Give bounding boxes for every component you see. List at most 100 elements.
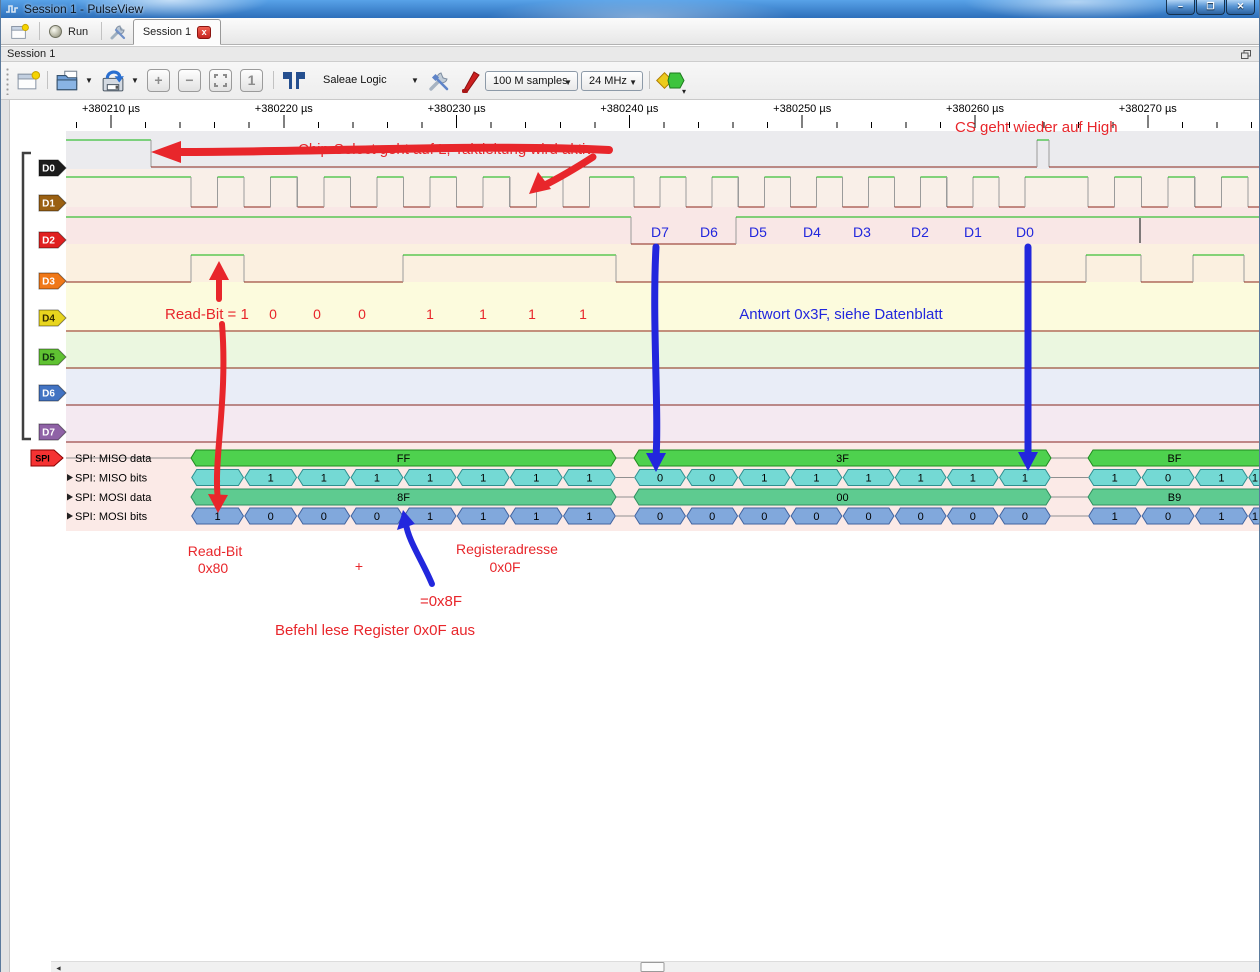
- device-dropdown-arrow[interactable]: ▼: [411, 76, 419, 85]
- open-dropdown-arrow[interactable]: ▼: [85, 76, 93, 85]
- new-session-button[interactable]: [9, 20, 29, 43]
- save-button[interactable]: [99, 68, 126, 100]
- session-settings-button[interactable]: [108, 20, 128, 43]
- miso-bit-label: 1: [480, 473, 486, 485]
- mosi-bit-label: 1: [215, 511, 221, 523]
- miso-data-byte1-label: 3F: [836, 453, 849, 465]
- mosi-data-byte2-label: B9: [1168, 492, 1181, 504]
- miso-bit-label: 1: [918, 473, 924, 485]
- sample-count-combo[interactable]: 100 M samples ▼: [485, 71, 578, 91]
- decoder-row-label[interactable]: SPI: MISO bits: [75, 473, 148, 485]
- sample-count-value: 100 M samples: [493, 75, 568, 87]
- h-scrollbar-thumb[interactable]: [641, 963, 664, 972]
- miso-bit-label: 1: [1022, 473, 1028, 485]
- tab-label: Session 1: [143, 26, 191, 38]
- tab-close-icon[interactable]: x: [197, 26, 211, 39]
- miso-bit-label: 1: [1252, 473, 1258, 485]
- zoom-in-button[interactable]: +: [147, 69, 170, 92]
- zoom-out-button[interactable]: −: [178, 69, 201, 92]
- blue-annotation-text: D0: [1016, 224, 1034, 240]
- separator: [39, 22, 40, 40]
- open-icon: [55, 68, 81, 94]
- new-view-button[interactable]: [15, 68, 40, 98]
- mosi-data-byte1-label: 00: [836, 492, 848, 504]
- new-view-icon: [15, 68, 40, 93]
- channel-tag-label-D4: D4: [42, 314, 55, 325]
- minimize-button[interactable]: –: [1166, 0, 1195, 15]
- channel-row-bg-D5: [66, 332, 1260, 369]
- float-panel-icon[interactable]: [1241, 50, 1251, 59]
- zoom-one-to-one-button[interactable]: 1: [240, 69, 263, 92]
- title-bar: Session 1 - PulseView – ❐ ✕: [1, 0, 1259, 18]
- pulseview-window: Session 1 - PulseView – ❐ ✕ Run: [0, 0, 1260, 972]
- channel-tag-label-D0: D0: [42, 164, 55, 175]
- channel-row-bg-D7: [66, 406, 1260, 443]
- close-button[interactable]: ✕: [1226, 0, 1255, 15]
- window-title: Session 1 - PulseView: [24, 0, 143, 18]
- separator: [47, 71, 48, 89]
- svg-text:▾: ▾: [682, 87, 686, 95]
- miso-bit-label: 1: [374, 473, 380, 485]
- trigger-marker-left-button[interactable]: [281, 70, 307, 97]
- zoom-fit-button[interactable]: [209, 69, 232, 92]
- red-annotation-text: +: [355, 558, 363, 574]
- miso-bit-label: 1: [866, 473, 872, 485]
- mosi-bit-label: 0: [321, 511, 327, 523]
- miso-bit-label: 1: [268, 473, 274, 485]
- settings-wrench-icon: [108, 22, 128, 42]
- mosi-bit-label: 0: [761, 511, 767, 523]
- save-dropdown-arrow[interactable]: ▼: [131, 76, 139, 85]
- red-annotation-text: CS geht wieder auf High: [955, 119, 1118, 136]
- decoder-row-label[interactable]: SPI: MOSI data: [75, 492, 152, 504]
- probe-button[interactable]: [459, 68, 483, 99]
- miso-bit-label: 1: [533, 473, 539, 485]
- maximize-button[interactable]: ❐: [1196, 0, 1225, 15]
- red-annotation-text: 1: [426, 306, 434, 322]
- decoder-row-label[interactable]: SPI: MOSI bits: [75, 511, 148, 523]
- miso-bit-label: 1: [761, 473, 767, 485]
- red-annotation-text: 0: [313, 306, 321, 322]
- red-annotation-text: =0x8F: [420, 593, 462, 610]
- mosi-bit-label: 0: [813, 511, 819, 523]
- add-decoder-button[interactable]: ▾: [655, 68, 687, 100]
- separator: [649, 71, 650, 89]
- red-annotation-text: Read-Bit = 1: [165, 306, 249, 323]
- mosi-bit-label: 1: [1252, 511, 1258, 523]
- open-button[interactable]: [55, 68, 81, 99]
- red-annotation-text: 1: [579, 306, 587, 322]
- mosi-bit-label: 0: [866, 511, 872, 523]
- decoder-row-label[interactable]: SPI: MISO data: [75, 453, 152, 465]
- run-state-icon: [49, 25, 62, 38]
- sample-rate-combo[interactable]: 24 MHz ▼: [581, 71, 643, 91]
- panel-title: Session 1: [7, 48, 55, 60]
- run-button[interactable]: Run: [49, 20, 88, 43]
- ruler-label: +380270 µs: [1119, 103, 1178, 115]
- miso-bit-label: 1: [427, 473, 433, 485]
- toolbar-handle[interactable]: [6, 67, 9, 95]
- miso-data-byte2-label: BF: [1167, 453, 1181, 465]
- blue-annotation-text: D1: [964, 224, 982, 240]
- channel-tag-label-D5: D5: [42, 353, 55, 364]
- channel-tag-label-D1: D1: [42, 199, 55, 210]
- device-selector[interactable]: Saleae Logic: [323, 74, 387, 86]
- mosi-bit-label: 0: [970, 511, 976, 523]
- red-annotation-text: 0x0F: [489, 559, 520, 575]
- mosi-bit-label: 0: [657, 511, 663, 523]
- app-icon: [5, 3, 19, 15]
- miso-data-byte0-label: FF: [397, 453, 411, 465]
- decoder-tag-label: SPI: [35, 454, 50, 464]
- separator: [273, 71, 274, 89]
- mosi-bit-label: 0: [1022, 511, 1028, 523]
- mosi-data-byte0-label: 8F: [397, 492, 410, 504]
- scrollbar-left-arrow[interactable]: ◄: [55, 966, 62, 972]
- chevron-down-icon: ▼: [629, 78, 637, 87]
- miso-bit-label: 1: [813, 473, 819, 485]
- configure-channels-button[interactable]: [426, 68, 452, 99]
- mosi-bit-label: 0: [709, 511, 715, 523]
- miso-bit-label: 1: [321, 473, 327, 485]
- tab-session-1[interactable]: Session 1 x: [133, 19, 221, 45]
- red-annotation-text: Befehl lese Register 0x0F aus: [275, 622, 475, 639]
- channel-tag-label-D7: D7: [42, 428, 55, 439]
- blue-annotation-text: D3: [853, 224, 871, 240]
- ruler-label: +380240 µs: [600, 103, 659, 115]
